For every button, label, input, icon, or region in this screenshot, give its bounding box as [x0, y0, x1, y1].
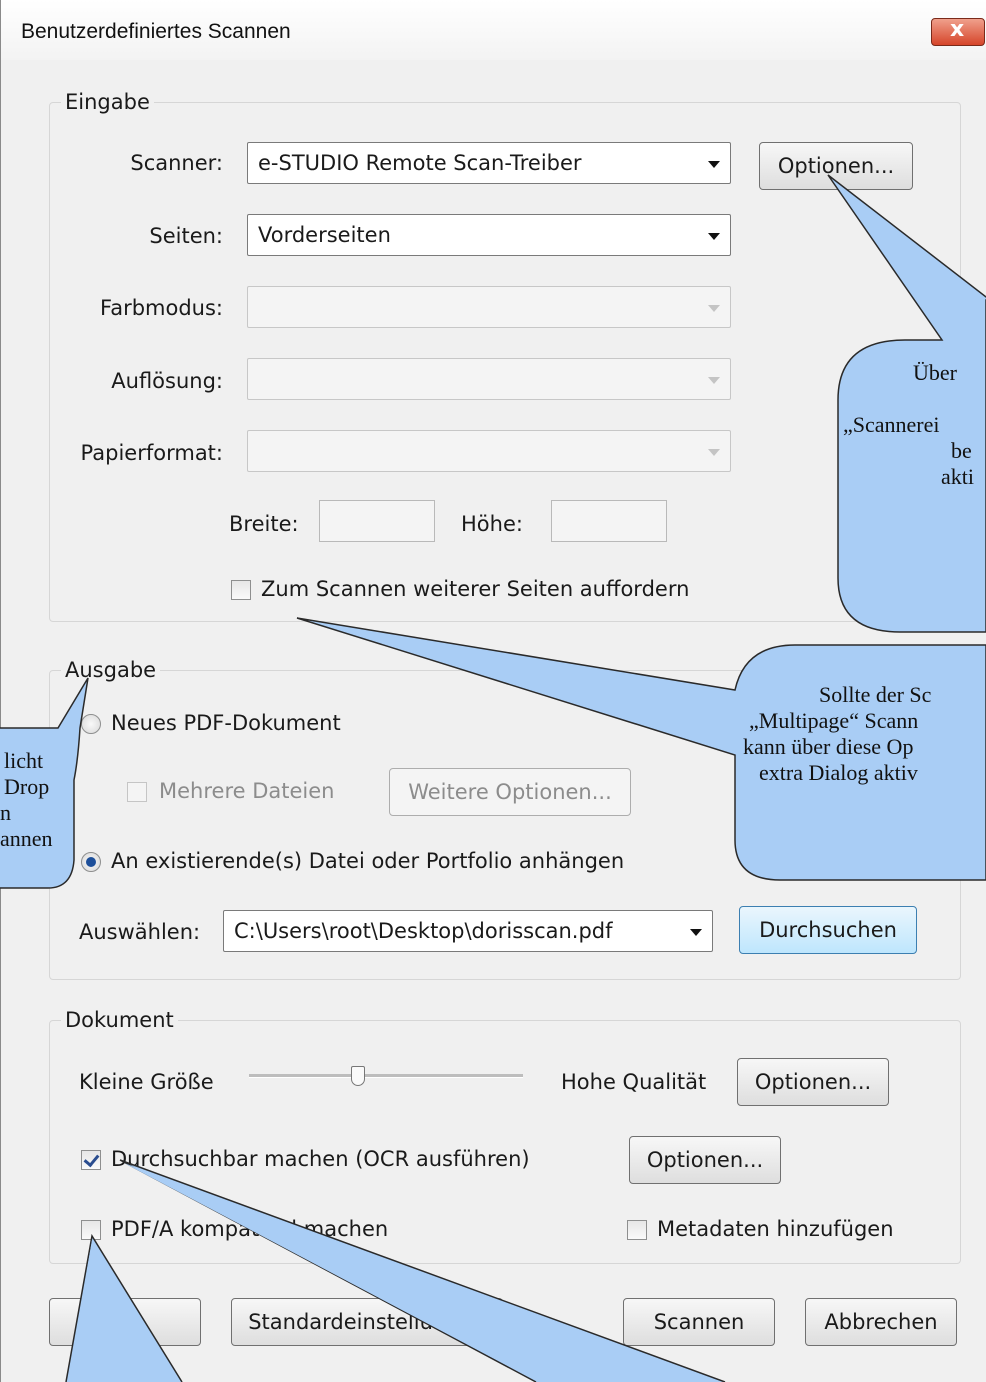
chevron-down-icon — [708, 161, 720, 168]
auswaehlen-select[interactable]: C:\Users\root\Desktop\dorisscan.pdf — [223, 910, 713, 952]
papierformat-select[interactable] — [247, 430, 731, 472]
ausgabe-group-label: Ausgabe — [61, 658, 161, 682]
seiten-select[interactable]: Vorderseiten — [247, 214, 731, 256]
scannen-button[interactable]: Scannen — [623, 1298, 775, 1346]
window-title: Benutzerdefiniertes Scannen — [21, 20, 291, 43]
chevron-down-icon — [708, 233, 720, 240]
callout-optionen-text: Über „Scannerei be akti — [843, 360, 986, 490]
callout-line: kann über diese Op — [743, 734, 914, 759]
chevron-down-icon — [690, 929, 702, 936]
ocr-checkbox[interactable] — [81, 1150, 101, 1170]
scanner-label: Scanner: — [130, 151, 223, 175]
weitere-seiten-label: Zum Scannen weiterer Seiten auffordern — [261, 577, 690, 601]
qualitaet-slider-track[interactable] — [249, 1074, 523, 1078]
chevron-down-icon — [708, 449, 720, 456]
close-icon: x — [950, 17, 965, 42]
standardeinstellungen-button[interactable]: Standardeinstellungen — [231, 1298, 503, 1346]
callout-line: be — [951, 438, 972, 463]
callout-line: Über — [913, 360, 957, 385]
seiten-label: Seiten: — [149, 224, 223, 248]
metadaten-checkbox[interactable] — [627, 1220, 647, 1240]
hohe-qualitaet-label: Hohe Qualität — [561, 1070, 707, 1094]
hoehe-label: Höhe: — [461, 512, 523, 536]
kleine-groesse-label: Kleine Größe — [79, 1070, 214, 1094]
scanner-select[interactable]: e-STUDIO Remote Scan-Treiber — [247, 142, 731, 184]
chevron-down-icon — [708, 305, 720, 312]
metadaten-label: Metadaten hinzufügen — [657, 1217, 894, 1241]
neues-pdf-radio[interactable] — [81, 714, 101, 734]
qualitaet-slider-thumb[interactable] — [351, 1066, 365, 1086]
callout-multipage-text: Sollte der Sc „Multipage“ Scann kann übe… — [743, 682, 986, 786]
qualitaet-optionen-button[interactable]: Optionen... — [737, 1058, 889, 1106]
pdfa-label: PDF/A kompatibel machen — [111, 1217, 389, 1241]
help-button[interactable] — [49, 1298, 201, 1346]
dokument-group-label: Dokument — [61, 1008, 178, 1032]
callout-line: Drop — [4, 774, 50, 799]
papierformat-label: Papierformat: — [80, 441, 223, 465]
callout-left-text: licht Drop n annen — [0, 748, 70, 852]
weitere-seiten-checkbox[interactable] — [231, 580, 251, 600]
callout-line: annen — [0, 826, 53, 851]
neues-pdf-label: Neues PDF-Dokument — [111, 711, 341, 735]
auswaehlen-select-value: C:\Users\root\Desktop\dorisscan.pdf — [234, 919, 613, 943]
seiten-select-value: Vorderseiten — [258, 223, 391, 247]
callout-line — [843, 386, 986, 412]
callout-line: akti — [941, 464, 974, 489]
aufloesung-label: Auflösung: — [111, 369, 223, 393]
scanner-optionen-button[interactable]: Optionen... — [759, 142, 913, 190]
ocr-optionen-button[interactable]: Optionen... — [629, 1136, 781, 1184]
anhaengen-radio[interactable] — [81, 852, 101, 872]
ocr-label: Durchsuchbar machen (OCR ausführen) — [111, 1147, 530, 1171]
abbrechen-button[interactable]: Abbrechen — [805, 1298, 957, 1346]
durchsuchen-button[interactable]: Durchsuchen — [739, 906, 917, 954]
hoehe-field[interactable] — [551, 500, 667, 542]
callout-line: Sollte der Sc — [819, 682, 932, 707]
callout-line: extra Dialog aktiv — [759, 760, 918, 785]
title-bar: Benutzerdefiniertes Scannen x — [1, 0, 986, 60]
anhaengen-label: An existierende(s) Datei oder Portfolio … — [111, 849, 625, 873]
aufloesung-select[interactable] — [247, 358, 731, 400]
chevron-down-icon — [708, 377, 720, 384]
auswaehlen-label: Auswählen: — [79, 920, 201, 944]
breite-label: Breite: — [229, 512, 299, 536]
eingabe-group-label: Eingabe — [61, 90, 154, 114]
breite-field[interactable] — [319, 500, 435, 542]
callout-line: „Multipage“ Scann — [749, 708, 919, 733]
callout-line: „Scannerei — [843, 412, 940, 437]
pdfa-checkbox[interactable] — [81, 1220, 101, 1240]
callout-line: licht — [4, 748, 44, 773]
close-button[interactable]: x — [931, 17, 985, 46]
callout-line: n — [0, 800, 11, 825]
mehrere-dateien-checkbox[interactable] — [127, 782, 147, 802]
scanner-select-value: e-STUDIO Remote Scan-Treiber — [258, 151, 582, 175]
mehrere-dateien-label: Mehrere Dateien — [159, 779, 335, 803]
weitere-optionen-button[interactable]: Weitere Optionen... — [389, 768, 631, 816]
farbmodus-label: Farbmodus: — [100, 296, 223, 320]
farbmodus-select[interactable] — [247, 286, 731, 328]
